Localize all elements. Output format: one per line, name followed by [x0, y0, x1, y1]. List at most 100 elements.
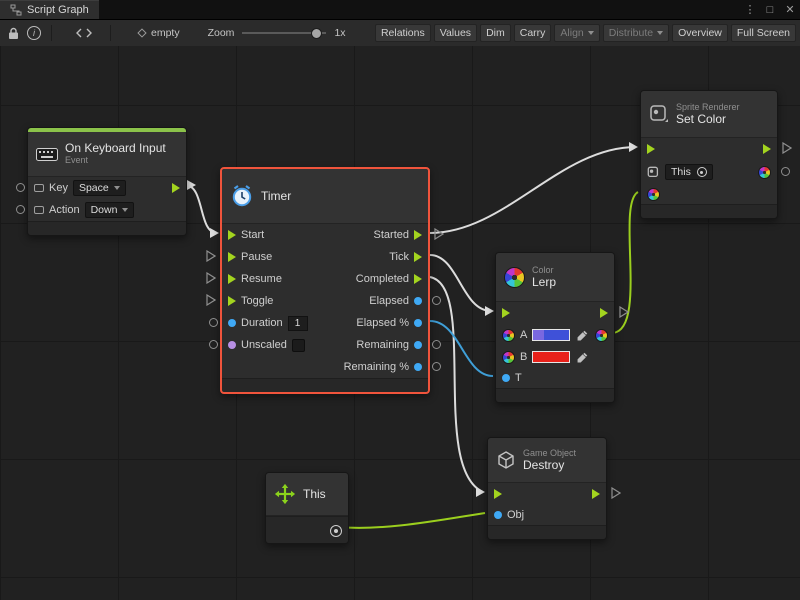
graph-breadcrumb-empty[interactable]: empty: [151, 27, 180, 39]
node-timer[interactable]: Timer Start Started Pause Tick Resume Co…: [220, 167, 430, 394]
data-in-port[interactable]: [228, 319, 236, 327]
empty-graph-icon: [133, 28, 151, 38]
unconnected-port-indicator: [209, 340, 218, 349]
window-maximize-icon[interactable]: □: [760, 4, 780, 16]
data-in-port[interactable]: [494, 511, 502, 519]
port-label-action: Action: [49, 204, 80, 216]
node-footer: [488, 525, 606, 539]
flow-in-port[interactable]: [228, 230, 236, 240]
align-button[interactable]: Align: [554, 24, 599, 42]
color-b-field[interactable]: [532, 351, 570, 363]
node-this[interactable]: This: [265, 472, 349, 544]
wire-keyboard-to-timer-start[interactable]: [185, 185, 217, 233]
unconnected-port-indicator: [781, 167, 790, 176]
zoom-value: 1x: [334, 27, 345, 39]
info-icon[interactable]: i: [23, 26, 45, 40]
object-picker-icon[interactable]: [697, 167, 707, 177]
port-label: Start: [241, 229, 264, 241]
zoom-slider[interactable]: [242, 32, 326, 34]
color-port[interactable]: [502, 329, 515, 342]
flow-in-port[interactable]: [228, 252, 236, 262]
chevron-down-icon: [122, 208, 128, 212]
self-out-port[interactable]: [330, 525, 342, 537]
wire-this-to-destroy-obj[interactable]: [338, 513, 485, 528]
wire-arrowhead: [485, 306, 494, 316]
eyedropper-icon[interactable]: [577, 330, 588, 341]
this-object-field[interactable]: This: [665, 164, 713, 180]
data-out-port[interactable]: [414, 319, 422, 327]
game-object-cube-icon: [496, 450, 516, 470]
node-destroy[interactable]: Game Object Destroy Obj: [487, 437, 607, 540]
wire-arrowhead: [210, 228, 219, 238]
node-footer: [641, 204, 777, 218]
overview-button[interactable]: Overview: [672, 24, 728, 42]
flow-out-port[interactable]: [763, 144, 771, 154]
flow-in-port[interactable]: [228, 296, 236, 306]
flow-in-port[interactable]: [502, 308, 510, 318]
color-a-field[interactable]: [532, 329, 570, 341]
node-title: Set Color: [676, 113, 740, 126]
flow-in-port[interactable]: [228, 274, 236, 284]
unconnected-flow-indicator: [619, 306, 629, 318]
flow-out-port[interactable]: [592, 489, 600, 499]
flow-out-port[interactable]: [172, 183, 180, 193]
zoom-slider-handle[interactable]: [311, 28, 322, 39]
graph-toolbar: i empty Zoom 1x Relations Values Dim Car…: [0, 20, 800, 47]
chevron-down-icon: [588, 31, 594, 35]
tab-title: Script Graph: [27, 4, 89, 16]
node-header: Game Object Destroy: [488, 438, 606, 483]
flow-out-port[interactable]: [414, 230, 422, 240]
graph-canvas[interactable]: On Keyboard Input Event Key Space Actio: [0, 46, 800, 600]
angle-brackets-icon[interactable]: [72, 28, 96, 38]
lock-icon[interactable]: [4, 27, 23, 40]
color-in-port[interactable]: [647, 188, 660, 201]
unscaled-checkbox[interactable]: [292, 339, 305, 352]
flow-in-port[interactable]: [647, 144, 655, 154]
carry-button[interactable]: Carry: [514, 24, 552, 42]
data-out-port[interactable]: [414, 363, 422, 371]
eyedropper-icon[interactable]: [577, 352, 588, 363]
window-close-icon[interactable]: ✕: [780, 3, 800, 16]
data-in-port[interactable]: [228, 341, 236, 349]
distribute-button[interactable]: Distribute: [603, 24, 669, 42]
data-in-port[interactable]: [502, 374, 510, 382]
flow-out-port[interactable]: [414, 274, 422, 284]
action-dropdown[interactable]: Down: [85, 202, 135, 218]
data-out-port[interactable]: [414, 297, 422, 305]
flow-in-port[interactable]: [494, 489, 502, 499]
wire-started-to-setcolor[interactable]: [430, 147, 636, 233]
node-title: Destroy: [523, 459, 576, 472]
duration-input[interactable]: [288, 316, 308, 331]
key-dropdown[interactable]: Space: [73, 180, 126, 196]
unconnected-flow-indicator: [206, 272, 216, 284]
port-label: Resume: [241, 273, 282, 285]
wire-arrowhead: [629, 142, 638, 152]
sprite-renderer-port-icon[interactable]: [647, 166, 660, 179]
flow-out-port[interactable]: [600, 308, 608, 318]
unconnected-port-indicator: [16, 183, 25, 192]
port-label: Remaining %: [344, 361, 409, 373]
values-button[interactable]: Values: [434, 24, 477, 42]
key-type-icon: [34, 184, 44, 192]
color-out-port[interactable]: [758, 166, 771, 179]
action-type-icon: [34, 206, 44, 214]
data-out-port[interactable]: [414, 341, 422, 349]
tab-script-graph[interactable]: Script Graph: [0, 0, 99, 19]
node-on-keyboard-input[interactable]: On Keyboard Input Event Key Space Actio: [27, 127, 187, 236]
node-set-color[interactable]: Sprite Renderer Set Color This: [640, 90, 778, 219]
node-color-lerp[interactable]: Color Lerp A B: [495, 252, 615, 403]
color-out-port[interactable]: [595, 329, 608, 342]
color-wheel-icon: [504, 267, 525, 288]
dim-button[interactable]: Dim: [480, 24, 511, 42]
move-cross-icon: [274, 483, 296, 505]
wire-completed-to-destroy[interactable]: [430, 277, 483, 492]
window-menu-icon[interactable]: ⋮: [740, 3, 760, 16]
node-title: Timer: [261, 190, 291, 203]
full-screen-button[interactable]: Full Screen: [731, 24, 796, 42]
port-label-obj: Obj: [507, 509, 524, 521]
color-port[interactable]: [502, 351, 515, 364]
node-footer: [222, 378, 428, 392]
flow-out-port[interactable]: [414, 252, 422, 262]
unconnected-flow-indicator: [206, 294, 216, 306]
relations-button[interactable]: Relations: [375, 24, 431, 42]
